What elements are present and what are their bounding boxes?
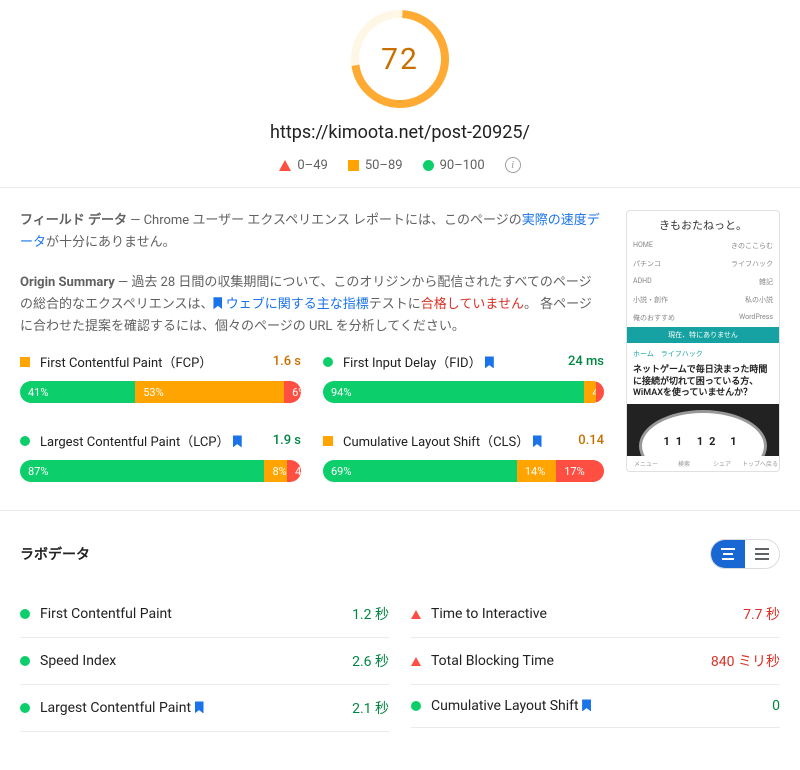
legend-good: 90–100 bbox=[423, 158, 485, 173]
metric-cls-value: 0.14 bbox=[578, 433, 604, 448]
bookmark-icon bbox=[582, 699, 591, 711]
score-legend: 0–49 50–89 90–100 i bbox=[20, 157, 780, 173]
core-web-vitals-link[interactable]: ウェブに関する主な指標 bbox=[226, 297, 369, 312]
bookmark-icon bbox=[195, 701, 204, 713]
info-icon[interactable]: i bbox=[505, 157, 521, 173]
field-data-heading: フィールド データ bbox=[20, 213, 127, 228]
clock-image: 11 12 1 bbox=[627, 404, 779, 456]
circle-icon bbox=[20, 436, 30, 446]
circle-icon bbox=[20, 656, 30, 666]
triangle-icon bbox=[411, 610, 421, 619]
bookmark-icon bbox=[213, 297, 222, 309]
lab-si: Speed Index 2.6 秒 bbox=[20, 638, 389, 685]
metric-lcp: Largest Contentful Paint（LCP） 1.9 s 87% … bbox=[20, 431, 301, 482]
lab-tbt: Total Blocking Time 840 ミリ秒 bbox=[411, 638, 780, 685]
circle-icon bbox=[411, 701, 421, 711]
page-thumbnail: きもおたねっと。 HOMEきのここらむ パチンコライフハック ADHD雑記 小説… bbox=[626, 210, 780, 472]
score-gauge: 72 bbox=[349, 8, 451, 110]
metric-fid-bar: 94% 4% 3% bbox=[323, 381, 604, 403]
metric-fcp-value: 1.6 s bbox=[273, 354, 301, 369]
legend-avg: 50–89 bbox=[348, 158, 403, 173]
metric-fid: First Input Delay（FID） 24 ms 94% 4% 3% bbox=[323, 352, 604, 403]
metric-lcp-value: 1.9 s bbox=[273, 433, 301, 448]
origin-heading: Origin Summary bbox=[20, 275, 115, 290]
legend-bad: 0–49 bbox=[279, 158, 327, 173]
lab-data-heading: ラボデータ bbox=[20, 544, 90, 564]
lab-fcp: First Contentful Paint 1.2 秒 bbox=[20, 591, 389, 638]
lab-tti: Time to Interactive 7.7 秒 bbox=[411, 591, 780, 638]
triangle-icon bbox=[279, 160, 291, 171]
score-value: 72 bbox=[381, 42, 419, 77]
circle-icon bbox=[20, 703, 30, 713]
field-data-block: フィールド データ — Chrome ユーザー エクスペリエンス レポートには、… bbox=[20, 210, 604, 254]
metric-fcp-bar: 41% 53% 6% bbox=[20, 381, 301, 403]
circle-icon bbox=[20, 609, 30, 619]
metric-fid-value: 24 ms bbox=[568, 354, 604, 369]
lab-view-toggle[interactable] bbox=[710, 539, 780, 569]
metric-cls-bar: 69% 14% 17% bbox=[323, 460, 604, 482]
square-icon bbox=[20, 357, 30, 367]
bookmark-icon bbox=[233, 435, 242, 447]
metric-cls: Cumulative Layout Shift（CLS） 0.14 69% 14… bbox=[323, 431, 604, 482]
fail-text: 合格していません bbox=[421, 297, 524, 312]
circle-icon bbox=[423, 160, 434, 171]
square-icon bbox=[348, 160, 359, 171]
lab-cls: Cumulative Layout Shift 0 bbox=[411, 685, 780, 728]
toggle-expanded-icon[interactable] bbox=[745, 540, 779, 568]
lab-lcp: Largest Contentful Paint 2.1 秒 bbox=[20, 685, 389, 732]
metric-fcp: First Contentful Paint（FCP） 1.6 s 41% 53… bbox=[20, 352, 301, 403]
circle-icon bbox=[323, 357, 333, 367]
square-icon bbox=[323, 436, 333, 446]
page-url: https://kimoota.net/post-20925/ bbox=[20, 122, 780, 143]
triangle-icon bbox=[411, 657, 421, 666]
toggle-condensed-icon[interactable] bbox=[711, 540, 745, 568]
bookmark-icon bbox=[533, 435, 542, 447]
metric-lcp-bar: 87% 8% 4% bbox=[20, 460, 301, 482]
origin-summary-block: Origin Summary — 過去 28 日間の収集期間について、このオリジ… bbox=[20, 272, 604, 338]
bookmark-icon bbox=[485, 356, 494, 368]
